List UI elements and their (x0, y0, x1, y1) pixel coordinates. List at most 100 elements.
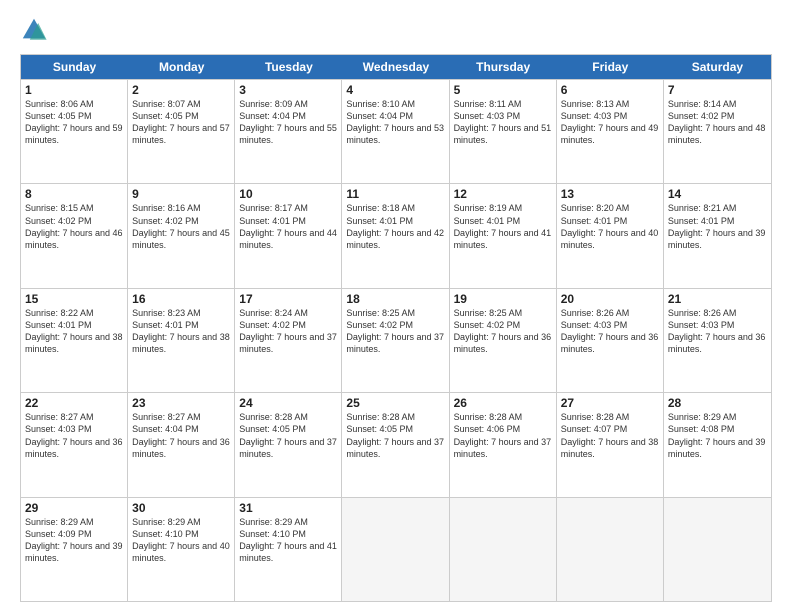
day-cell-15: 15Sunrise: 8:22 AMSunset: 4:01 PMDayligh… (21, 289, 128, 392)
day-info: Sunrise: 8:26 AMSunset: 4:03 PMDaylight:… (668, 307, 767, 356)
day-cell-26: 26Sunrise: 8:28 AMSunset: 4:06 PMDayligh… (450, 393, 557, 496)
day-cell-23: 23Sunrise: 8:27 AMSunset: 4:04 PMDayligh… (128, 393, 235, 496)
day-number: 12 (454, 187, 552, 201)
day-cell-8: 8Sunrise: 8:15 AMSunset: 4:02 PMDaylight… (21, 184, 128, 287)
day-cell-24: 24Sunrise: 8:28 AMSunset: 4:05 PMDayligh… (235, 393, 342, 496)
weekday-header-tuesday: Tuesday (235, 55, 342, 79)
day-info: Sunrise: 8:14 AMSunset: 4:02 PMDaylight:… (668, 98, 767, 147)
logo (20, 16, 52, 44)
day-number: 26 (454, 396, 552, 410)
weekday-header-sunday: Sunday (21, 55, 128, 79)
page: SundayMondayTuesdayWednesdayThursdayFrid… (0, 0, 792, 612)
day-cell-20: 20Sunrise: 8:26 AMSunset: 4:03 PMDayligh… (557, 289, 664, 392)
day-info: Sunrise: 8:17 AMSunset: 4:01 PMDaylight:… (239, 202, 337, 251)
day-number: 7 (668, 83, 767, 97)
day-info: Sunrise: 8:18 AMSunset: 4:01 PMDaylight:… (346, 202, 444, 251)
day-info: Sunrise: 8:28 AMSunset: 4:05 PMDaylight:… (346, 411, 444, 460)
day-number: 23 (132, 396, 230, 410)
day-number: 24 (239, 396, 337, 410)
day-cell-6: 6Sunrise: 8:13 AMSunset: 4:03 PMDaylight… (557, 80, 664, 183)
day-number: 31 (239, 501, 337, 515)
day-info: Sunrise: 8:25 AMSunset: 4:02 PMDaylight:… (346, 307, 444, 356)
day-number: 17 (239, 292, 337, 306)
day-cell-21: 21Sunrise: 8:26 AMSunset: 4:03 PMDayligh… (664, 289, 771, 392)
day-info: Sunrise: 8:23 AMSunset: 4:01 PMDaylight:… (132, 307, 230, 356)
empty-cell (664, 498, 771, 601)
calendar-row-5: 29Sunrise: 8:29 AMSunset: 4:09 PMDayligh… (21, 497, 771, 601)
day-info: Sunrise: 8:21 AMSunset: 4:01 PMDaylight:… (668, 202, 767, 251)
day-cell-31: 31Sunrise: 8:29 AMSunset: 4:10 PMDayligh… (235, 498, 342, 601)
day-cell-14: 14Sunrise: 8:21 AMSunset: 4:01 PMDayligh… (664, 184, 771, 287)
day-info: Sunrise: 8:27 AMSunset: 4:04 PMDaylight:… (132, 411, 230, 460)
day-cell-1: 1Sunrise: 8:06 AMSunset: 4:05 PMDaylight… (21, 80, 128, 183)
day-number: 2 (132, 83, 230, 97)
weekday-header-thursday: Thursday (450, 55, 557, 79)
calendar-body: 1Sunrise: 8:06 AMSunset: 4:05 PMDaylight… (21, 79, 771, 601)
empty-cell (557, 498, 664, 601)
day-info: Sunrise: 8:15 AMSunset: 4:02 PMDaylight:… (25, 202, 123, 251)
day-cell-29: 29Sunrise: 8:29 AMSunset: 4:09 PMDayligh… (21, 498, 128, 601)
day-info: Sunrise: 8:28 AMSunset: 4:07 PMDaylight:… (561, 411, 659, 460)
day-info: Sunrise: 8:29 AMSunset: 4:10 PMDaylight:… (132, 516, 230, 565)
day-number: 25 (346, 396, 444, 410)
calendar-row-1: 1Sunrise: 8:06 AMSunset: 4:05 PMDaylight… (21, 79, 771, 183)
day-cell-17: 17Sunrise: 8:24 AMSunset: 4:02 PMDayligh… (235, 289, 342, 392)
day-number: 30 (132, 501, 230, 515)
day-info: Sunrise: 8:16 AMSunset: 4:02 PMDaylight:… (132, 202, 230, 251)
day-info: Sunrise: 8:25 AMSunset: 4:02 PMDaylight:… (454, 307, 552, 356)
day-number: 27 (561, 396, 659, 410)
day-number: 9 (132, 187, 230, 201)
day-cell-12: 12Sunrise: 8:19 AMSunset: 4:01 PMDayligh… (450, 184, 557, 287)
day-cell-2: 2Sunrise: 8:07 AMSunset: 4:05 PMDaylight… (128, 80, 235, 183)
day-cell-18: 18Sunrise: 8:25 AMSunset: 4:02 PMDayligh… (342, 289, 449, 392)
weekday-header-saturday: Saturday (664, 55, 771, 79)
day-info: Sunrise: 8:29 AMSunset: 4:10 PMDaylight:… (239, 516, 337, 565)
header (20, 16, 772, 44)
day-number: 8 (25, 187, 123, 201)
day-number: 18 (346, 292, 444, 306)
logo-icon (20, 16, 48, 44)
day-cell-11: 11Sunrise: 8:18 AMSunset: 4:01 PMDayligh… (342, 184, 449, 287)
empty-cell (450, 498, 557, 601)
day-number: 15 (25, 292, 123, 306)
day-info: Sunrise: 8:11 AMSunset: 4:03 PMDaylight:… (454, 98, 552, 147)
day-number: 21 (668, 292, 767, 306)
weekday-header-friday: Friday (557, 55, 664, 79)
day-cell-16: 16Sunrise: 8:23 AMSunset: 4:01 PMDayligh… (128, 289, 235, 392)
day-cell-13: 13Sunrise: 8:20 AMSunset: 4:01 PMDayligh… (557, 184, 664, 287)
empty-cell (342, 498, 449, 601)
day-cell-7: 7Sunrise: 8:14 AMSunset: 4:02 PMDaylight… (664, 80, 771, 183)
day-cell-3: 3Sunrise: 8:09 AMSunset: 4:04 PMDaylight… (235, 80, 342, 183)
day-info: Sunrise: 8:07 AMSunset: 4:05 PMDaylight:… (132, 98, 230, 147)
day-info: Sunrise: 8:28 AMSunset: 4:06 PMDaylight:… (454, 411, 552, 460)
day-number: 3 (239, 83, 337, 97)
day-info: Sunrise: 8:27 AMSunset: 4:03 PMDaylight:… (25, 411, 123, 460)
day-number: 1 (25, 83, 123, 97)
day-info: Sunrise: 8:24 AMSunset: 4:02 PMDaylight:… (239, 307, 337, 356)
day-number: 20 (561, 292, 659, 306)
day-number: 22 (25, 396, 123, 410)
calendar-header: SundayMondayTuesdayWednesdayThursdayFrid… (21, 55, 771, 79)
day-number: 10 (239, 187, 337, 201)
day-cell-28: 28Sunrise: 8:29 AMSunset: 4:08 PMDayligh… (664, 393, 771, 496)
day-number: 28 (668, 396, 767, 410)
calendar-row-3: 15Sunrise: 8:22 AMSunset: 4:01 PMDayligh… (21, 288, 771, 392)
day-cell-4: 4Sunrise: 8:10 AMSunset: 4:04 PMDaylight… (342, 80, 449, 183)
weekday-header-wednesday: Wednesday (342, 55, 449, 79)
day-number: 5 (454, 83, 552, 97)
day-info: Sunrise: 8:28 AMSunset: 4:05 PMDaylight:… (239, 411, 337, 460)
day-cell-30: 30Sunrise: 8:29 AMSunset: 4:10 PMDayligh… (128, 498, 235, 601)
day-info: Sunrise: 8:06 AMSunset: 4:05 PMDaylight:… (25, 98, 123, 147)
day-info: Sunrise: 8:13 AMSunset: 4:03 PMDaylight:… (561, 98, 659, 147)
day-cell-22: 22Sunrise: 8:27 AMSunset: 4:03 PMDayligh… (21, 393, 128, 496)
day-number: 14 (668, 187, 767, 201)
day-info: Sunrise: 8:19 AMSunset: 4:01 PMDaylight:… (454, 202, 552, 251)
day-info: Sunrise: 8:29 AMSunset: 4:08 PMDaylight:… (668, 411, 767, 460)
day-cell-5: 5Sunrise: 8:11 AMSunset: 4:03 PMDaylight… (450, 80, 557, 183)
day-info: Sunrise: 8:22 AMSunset: 4:01 PMDaylight:… (25, 307, 123, 356)
calendar-row-4: 22Sunrise: 8:27 AMSunset: 4:03 PMDayligh… (21, 392, 771, 496)
day-info: Sunrise: 8:29 AMSunset: 4:09 PMDaylight:… (25, 516, 123, 565)
day-info: Sunrise: 8:26 AMSunset: 4:03 PMDaylight:… (561, 307, 659, 356)
day-info: Sunrise: 8:10 AMSunset: 4:04 PMDaylight:… (346, 98, 444, 147)
calendar: SundayMondayTuesdayWednesdayThursdayFrid… (20, 54, 772, 602)
